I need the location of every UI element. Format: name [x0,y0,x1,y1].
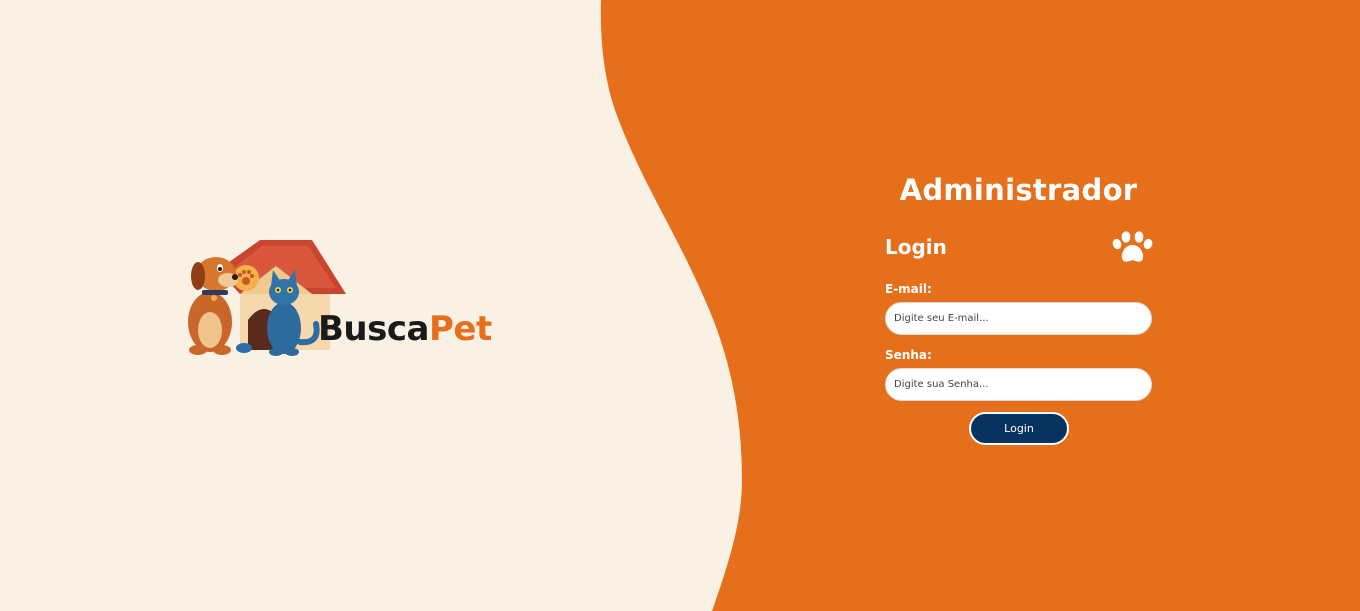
paw-icon [1112,231,1153,262]
logo-wordmark: BuscaPet [318,312,492,346]
email-field[interactable] [885,302,1152,335]
login-button[interactable]: Login [969,412,1069,445]
buscapet-logo: BuscaPet [180,232,500,362]
password-field[interactable] [885,368,1152,401]
logo-text-pet: Pet [428,309,492,349]
email-label: E-mail: [885,282,932,296]
login-page: BuscaPet Administrador Login E-mail: Sen… [0,0,1360,611]
login-heading: Login [885,235,947,259]
logo-text-busca: Busca [318,309,429,349]
page-title: Administrador [899,173,1138,207]
password-label: Senha: [885,348,932,362]
